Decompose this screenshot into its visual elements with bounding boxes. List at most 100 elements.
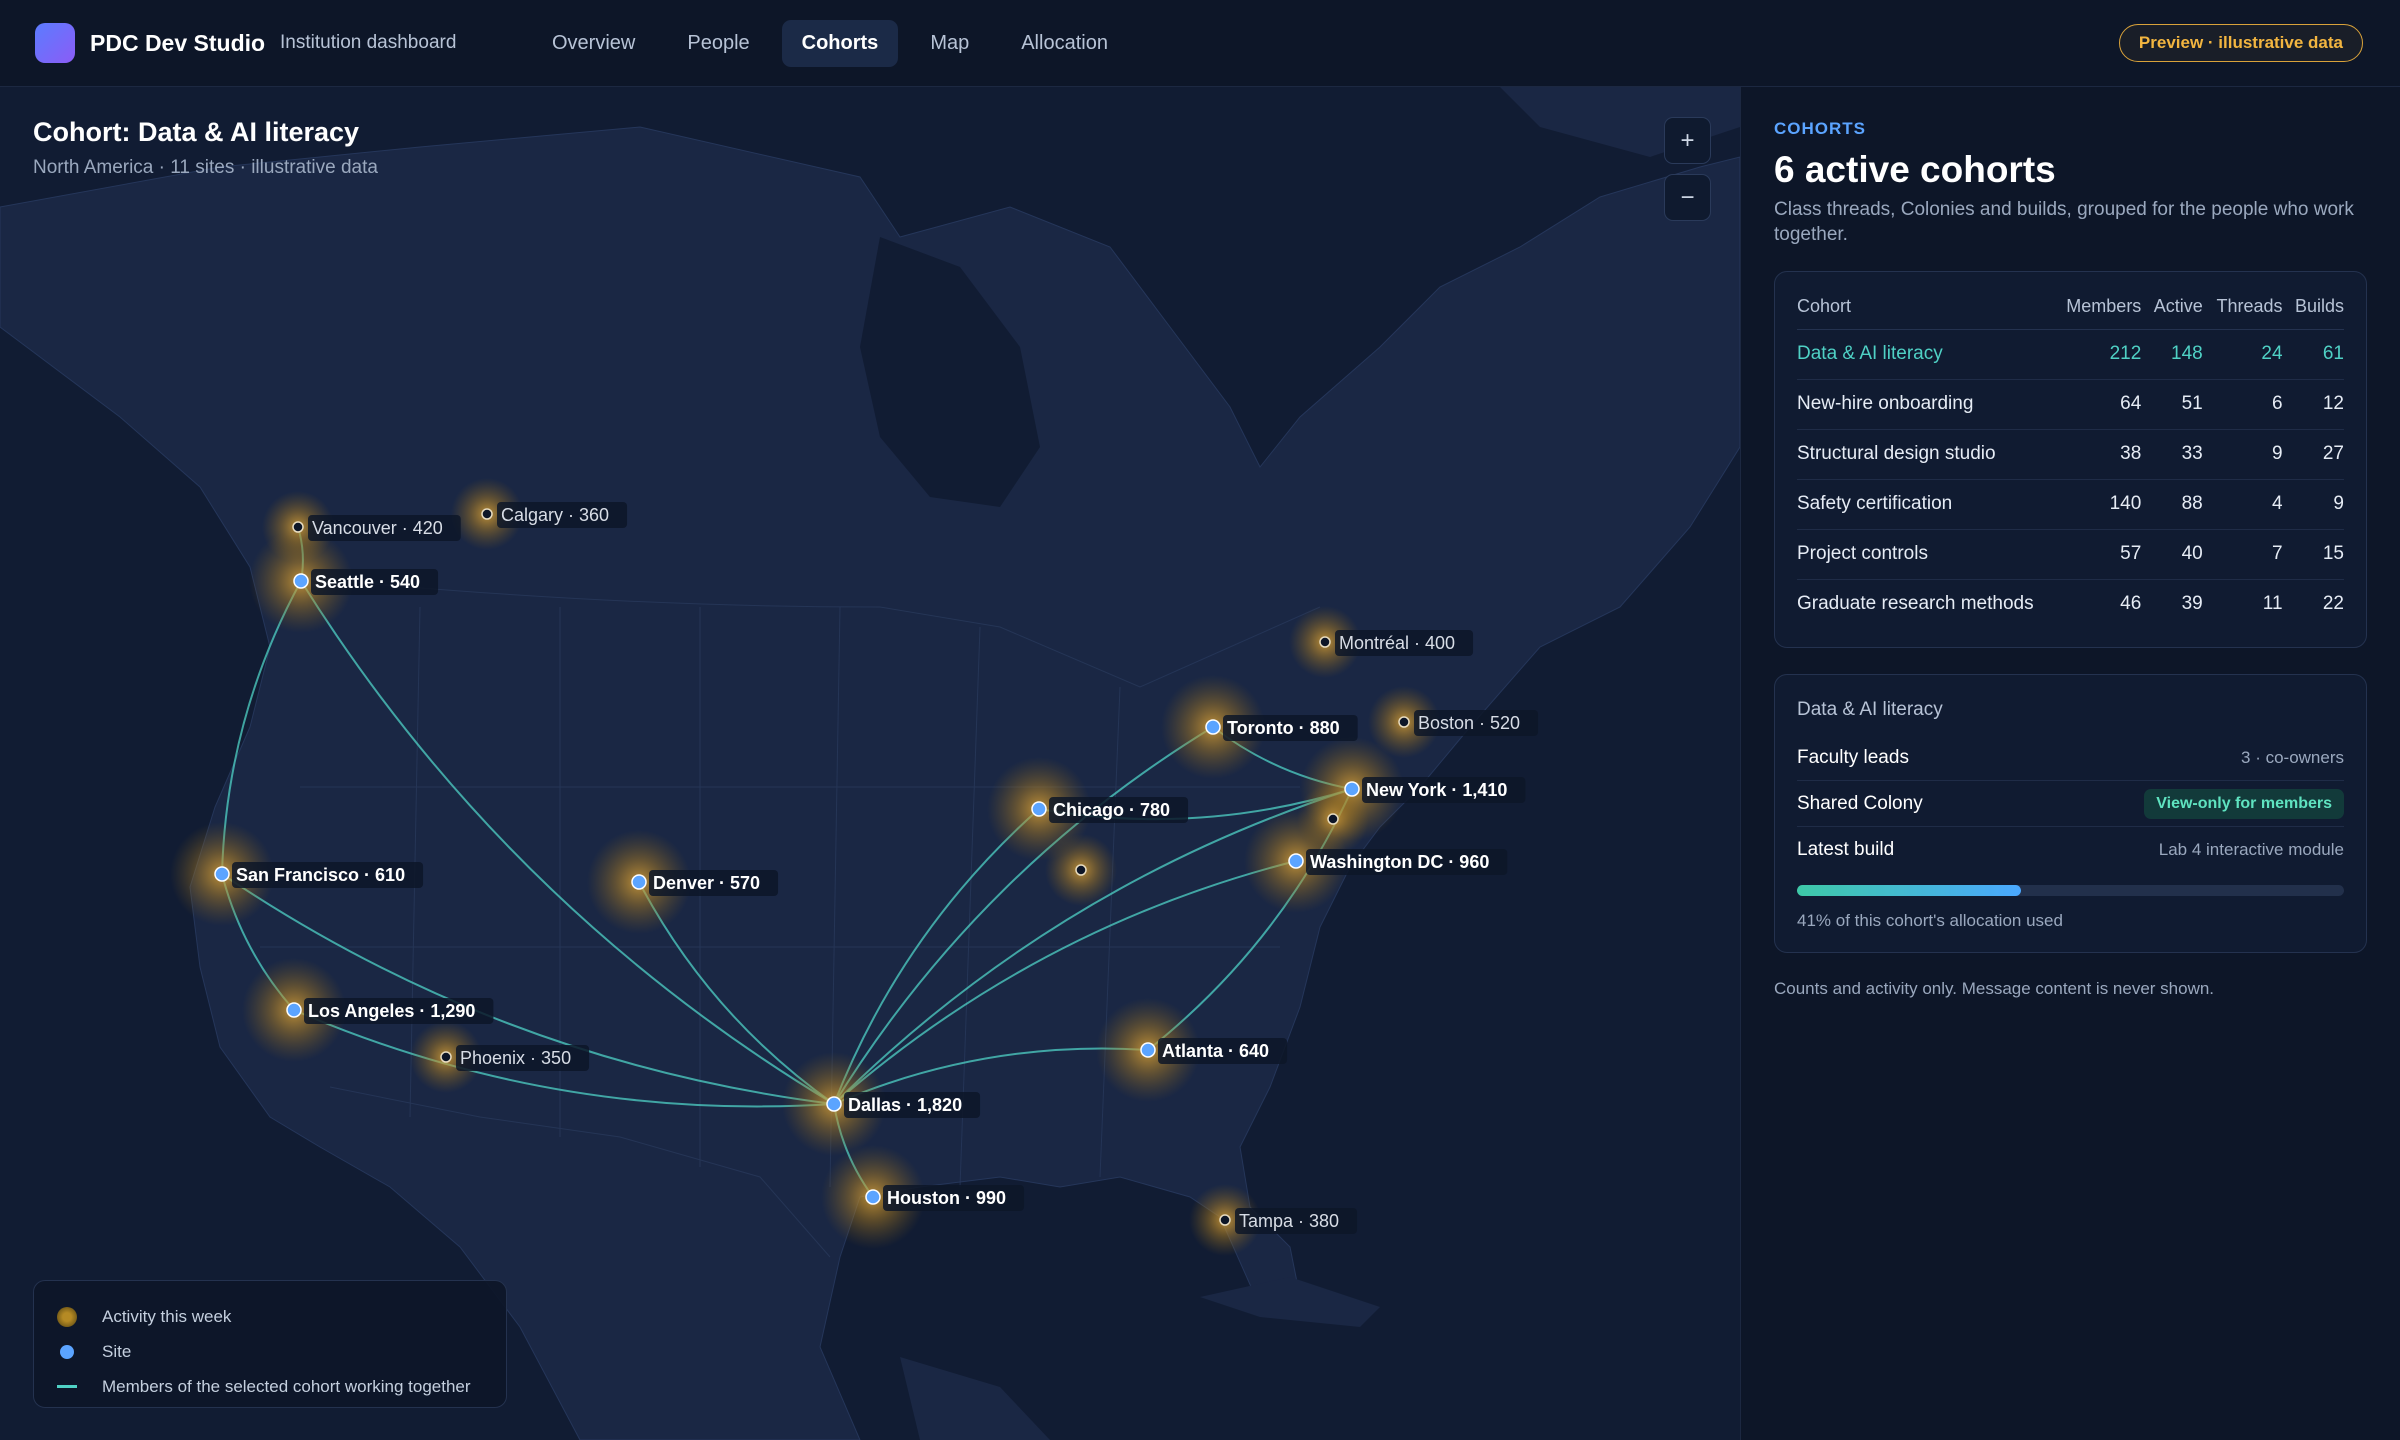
- site-label: San Francisco · 610: [236, 865, 405, 885]
- legend-activity-label: Activity this week: [102, 1306, 232, 1326]
- detail-title: Data & AI literacy: [1797, 699, 1943, 720]
- tab-people[interactable]: People: [667, 20, 769, 67]
- cohort-name: Project controls: [1797, 529, 2052, 580]
- detail-faculty-row: Faculty leads 3 · co-owners: [1797, 735, 2344, 781]
- map-view[interactable]: Vancouver · 420 Calgary · 360 Seattle · 54…: [0, 87, 1740, 1440]
- cohort-builds: 12: [2282, 379, 2344, 430]
- cohort-members: 38: [2051, 429, 2142, 480]
- site-vancouver[interactable]: Vancouver · 420: [292, 515, 461, 541]
- build-label: Latest build: [1797, 839, 1895, 860]
- tab-overview[interactable]: Overview: [532, 20, 655, 67]
- site-losangeles[interactable]: Los Angeles · 1,290: [286, 998, 494, 1024]
- cohorts-panel: COHORTS 6 active cohorts Class threads, …: [1740, 87, 2400, 1440]
- minor-site-dot[interactable]: [1219, 1214, 1231, 1226]
- zoom-out-button[interactable]: −: [1664, 174, 1711, 221]
- site-seattle[interactable]: Seattle · 540: [293, 569, 439, 595]
- cuba: [1200, 1277, 1380, 1327]
- table-row[interactable]: New-hire onboarding 64 51 6 12: [1797, 379, 2344, 430]
- site-dot[interactable]: [214, 866, 230, 882]
- site-dot[interactable]: [1031, 801, 1047, 817]
- map-canvas[interactable]: Vancouver · 420 Calgary · 360 Seattle · 54…: [0, 87, 1740, 1440]
- cohort-threads: 4: [2202, 479, 2283, 530]
- col-builds: Builds: [2282, 284, 2344, 330]
- table-row[interactable]: Project controls 57 40 7 15: [1797, 529, 2344, 580]
- mexico-south: [900, 1357, 1050, 1440]
- site-dallas[interactable]: Dallas · 1,820: [826, 1092, 981, 1118]
- site-sanfrancisco[interactable]: San Francisco · 610: [214, 862, 424, 888]
- site-denver[interactable]: Denver · 570: [631, 870, 779, 896]
- site-boston[interactable]: Boston · 520: [1398, 710, 1539, 736]
- site-washington[interactable]: Washington DC · 960: [1288, 849, 1508, 875]
- legend-site-label: Site: [102, 1341, 132, 1361]
- unlabeled-site-dot[interactable]: [1327, 813, 1339, 825]
- main-nav: Overview People Cohorts Map Allocation: [532, 20, 1128, 67]
- site-montreal[interactable]: Montréal · 400: [1319, 630, 1474, 656]
- minor-site-dot[interactable]: [292, 521, 304, 533]
- tab-allocation[interactable]: Allocation: [1001, 20, 1128, 67]
- cohort-name: Safety certification: [1797, 479, 2052, 530]
- cohort-detail-card: Data & AI literacy Faculty leads 3 · co-…: [1774, 674, 2367, 953]
- site-dot[interactable]: [1205, 719, 1221, 735]
- table-row[interactable]: Data & AI literacy 212 148 24 61: [1797, 329, 2344, 380]
- site-dot[interactable]: [1288, 853, 1304, 869]
- legend-members-label: Members of the selected cohort working t…: [102, 1376, 471, 1396]
- legend-site: Site: [56, 1334, 484, 1369]
- site-newyork[interactable]: New York · 1,410: [1344, 777, 1526, 803]
- build-value: Lab 4 interactive module: [2158, 840, 2344, 859]
- site-houston[interactable]: Houston · 990: [865, 1185, 1025, 1211]
- panel-title: 6 active cohorts: [1774, 149, 2056, 190]
- site-calgary[interactable]: Calgary · 360: [481, 502, 628, 528]
- site-label: Atlanta · 640: [1162, 1041, 1269, 1061]
- site-toronto[interactable]: Toronto · 880: [1205, 715, 1358, 741]
- cohort-active: 39: [2181, 593, 2203, 615]
- site-atlanta[interactable]: Atlanta · 640: [1140, 1038, 1288, 1064]
- zoom-in-button[interactable]: +: [1664, 117, 1711, 164]
- cohort-builds: 27: [2282, 429, 2344, 480]
- map-legend: Activity this week Site Members of the s…: [33, 1280, 507, 1408]
- table-row[interactable]: Safety certification 140 88 4 9: [1797, 479, 2344, 530]
- site-label: Seattle · 540: [315, 572, 420, 592]
- cohort-builds: 61: [2282, 329, 2344, 380]
- table-row[interactable]: Structural design studio 38 33 9 27: [1797, 429, 2344, 480]
- cohort-members: 64: [2051, 379, 2142, 430]
- cohort-active: 33: [2141, 429, 2203, 480]
- site-dot[interactable]: [1344, 781, 1360, 797]
- minor-site-dot[interactable]: [481, 508, 493, 520]
- site-label: Montréal · 400: [1339, 633, 1455, 653]
- app-logo: [35, 23, 75, 63]
- table-header-row: Cohort Members Active Threads Builds: [1797, 284, 2344, 330]
- cohort-members: 57: [2051, 529, 2142, 580]
- minor-site-dot[interactable]: [1398, 716, 1410, 728]
- cohort-threads: 11: [2262, 593, 2283, 615]
- app-brand: PDC Dev Studio: [90, 30, 266, 56]
- site-dot-icon: [60, 1344, 74, 1359]
- minor-site-dot[interactable]: [440, 1051, 452, 1063]
- site-phoenix[interactable]: Phoenix · 350: [440, 1045, 590, 1071]
- site-label: Vancouver · 420: [312, 518, 443, 538]
- cohort-name: Data & AI literacy: [1797, 329, 2052, 380]
- panel-kicker: COHORTS: [1774, 119, 1866, 138]
- site-chicago[interactable]: Chicago · 780: [1031, 797, 1189, 823]
- site-dot[interactable]: [293, 573, 309, 589]
- site-label: Phoenix · 350: [460, 1048, 571, 1068]
- allocation-progress-fill: [1797, 885, 2022, 896]
- table-row[interactable]: Graduate research methods 46 39 11 22: [1797, 579, 2344, 629]
- detail-build-row: Latest build Lab 4 interactive module: [1797, 827, 2344, 873]
- minor-site-dot[interactable]: [1319, 636, 1331, 648]
- site-dot[interactable]: [865, 1189, 881, 1205]
- site-dot[interactable]: [1140, 1042, 1156, 1058]
- top-bar: PDC Dev Studio Institution dashboard Ove…: [0, 0, 2400, 87]
- site-dot[interactable]: [826, 1096, 842, 1112]
- site-dot[interactable]: [631, 874, 647, 890]
- tab-map[interactable]: Map: [910, 20, 989, 67]
- tab-cohorts[interactable]: Cohorts: [781, 20, 899, 67]
- unlabeled-site-dot[interactable]: [1075, 864, 1087, 876]
- app-subtitle: Institution dashboard: [280, 32, 457, 53]
- legend-activity: Activity this week: [56, 1299, 484, 1334]
- cohorts-table: Cohort Members Active Threads Builds Dat…: [1797, 284, 2344, 629]
- cohorts-table-card: Cohort Members Active Threads Builds Dat…: [1774, 271, 2367, 648]
- cohort-name: Graduate research methods: [1797, 593, 2034, 615]
- site-tampa[interactable]: Tampa · 380: [1219, 1208, 1358, 1234]
- allocation-note: 41% of this cohort's allocation used: [1797, 911, 2063, 930]
- site-dot[interactable]: [286, 1002, 302, 1018]
